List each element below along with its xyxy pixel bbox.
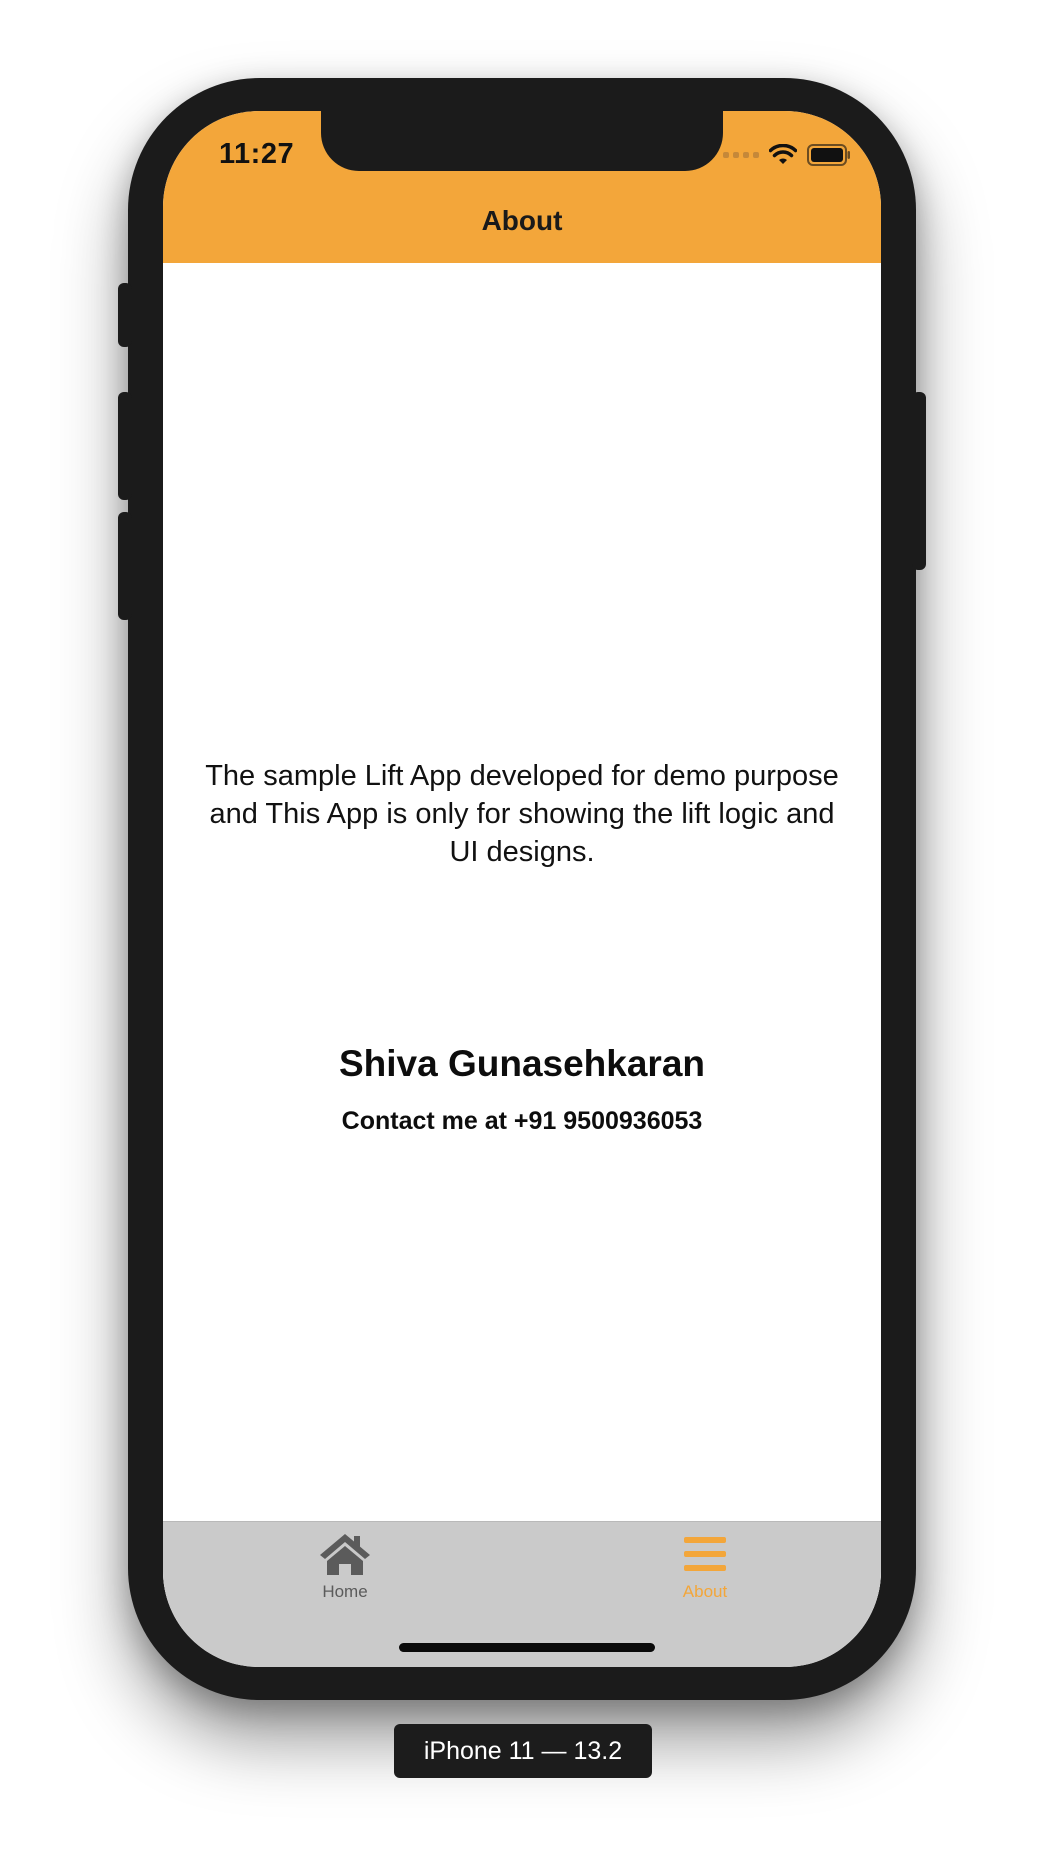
simulator-device-label: iPhone 11 — 13.2 xyxy=(394,1724,652,1778)
about-content: The sample Lift App developed for demo p… xyxy=(163,263,881,1631)
iphone-device-frame: 11:27 About The sample Lift App develope… xyxy=(118,78,926,1700)
volume-up-button xyxy=(118,392,132,500)
home-icon xyxy=(320,1534,370,1575)
silent-switch xyxy=(118,283,132,347)
battery-icon xyxy=(807,144,850,166)
status-icons xyxy=(723,143,851,167)
wifi-icon xyxy=(769,144,797,164)
page-title: About xyxy=(481,205,563,236)
volume-down-button xyxy=(118,512,132,620)
device-notch xyxy=(321,111,723,171)
navigation-bar: 11:27 About xyxy=(163,111,881,263)
cellular-signal-icon xyxy=(723,152,759,158)
status-time: 11:27 xyxy=(219,138,295,170)
power-button xyxy=(912,392,926,570)
tab-about[interactable]: About xyxy=(625,1532,785,1612)
home-indicator[interactable] xyxy=(399,1643,655,1652)
author-name: Shiva Gunasehkaran xyxy=(338,1043,706,1084)
contact-info: Contact me at +91 9500936053 xyxy=(341,1107,703,1135)
tab-about-label: About xyxy=(682,1582,728,1601)
tab-home[interactable]: Home xyxy=(265,1532,425,1612)
hamburger-menu-icon xyxy=(684,1537,726,1571)
app-description: The sample Lift App developed for demo p… xyxy=(205,760,839,868)
app-screen: 11:27 About The sample Lift App develope… xyxy=(163,111,881,1667)
tab-home-label: Home xyxy=(322,1582,368,1601)
